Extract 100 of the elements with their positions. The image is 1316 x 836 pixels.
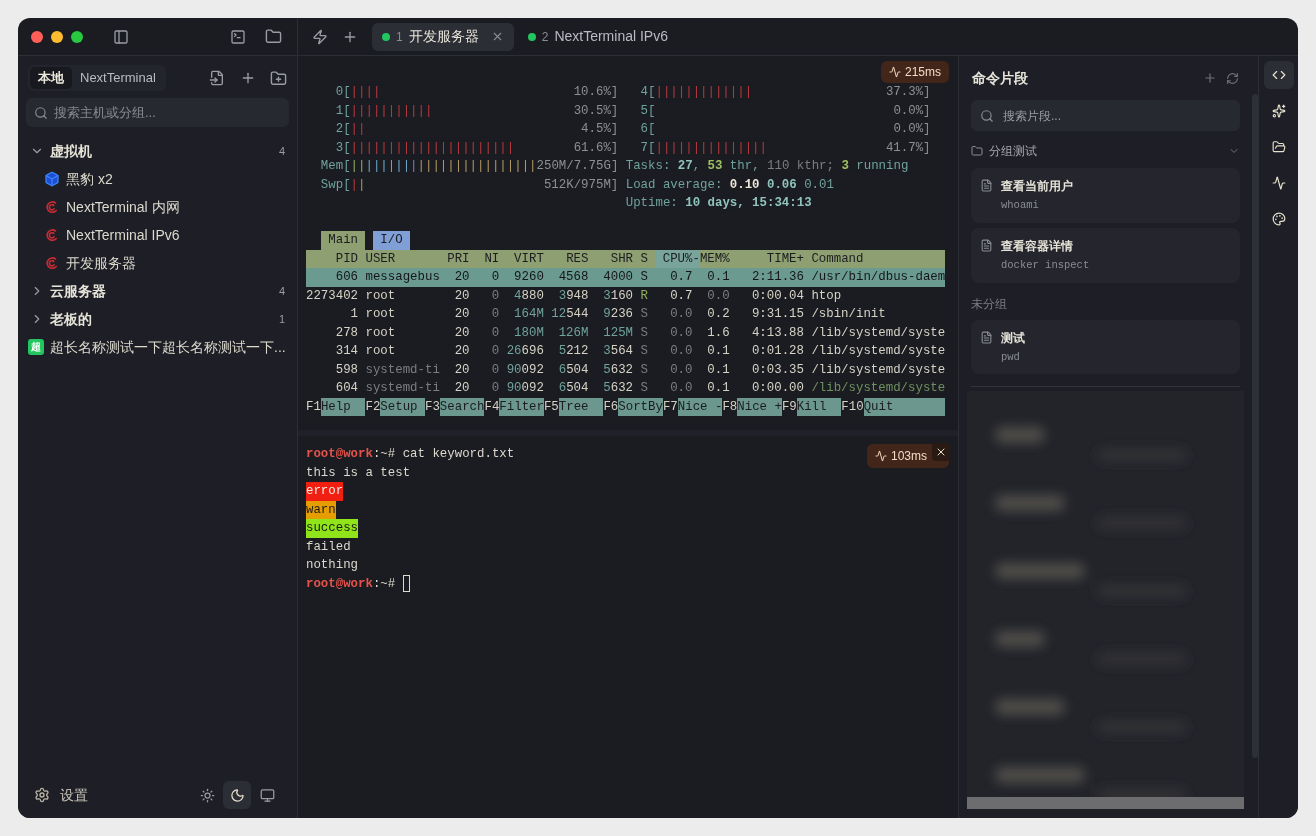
group-row[interactable]: 老板的 1 <box>18 305 297 333</box>
table-cell-text: 20 <box>453 306 470 323</box>
function-key-label[interactable]: Tree <box>558 397 604 416</box>
function-key[interactable]: F8 <box>722 397 738 416</box>
function-key-label[interactable]: SortBy <box>618 397 663 416</box>
system-info: Load average: 0.10 0.06 0.01 <box>625 176 834 194</box>
function-key-label[interactable]: Kill <box>796 397 842 416</box>
terminal-icon[interactable] <box>230 28 246 45</box>
snippet-card[interactable]: 测试 pwd <box>971 319 1240 375</box>
meter: 6[ 0.0%] <box>639 121 931 138</box>
import-icon[interactable] <box>209 70 225 86</box>
column-header[interactable]: USER <box>365 249 440 268</box>
host-row[interactable]: 超 超长名称测试一下超长名称测试一下... <box>18 333 297 361</box>
host-row[interactable]: NextTerminal IPv6 <box>18 221 297 249</box>
column-header[interactable]: SHR <box>595 249 634 268</box>
host-row[interactable]: NextTerminal 内网 <box>18 193 297 221</box>
process-row[interactable]: 278 root 20 0 180M 126M 125M S 0.0 1.6 4:13.88 /lib/systemd/syste <box>306 323 946 342</box>
process-row[interactable]: 606 messagebus 20 0 9260 4568 4000 S 0.7 0.1 2:11.36 /usr/bin/dbus-daem <box>306 268 946 287</box>
function-key[interactable]: F3 <box>424 397 440 416</box>
table-cell-text: root <box>365 324 397 342</box>
sidebar-toggle-icon[interactable] <box>113 28 129 45</box>
htop-tab[interactable]: I/O <box>372 231 411 250</box>
meter: 2[|| 4.5%] <box>334 121 619 138</box>
host-row[interactable]: 开发服务器 <box>18 249 297 277</box>
search-field[interactable]: 搜索片段... <box>971 100 1240 131</box>
table-cell-text: R <box>640 287 648 305</box>
table-cell-text: 0:00.00 <box>750 380 804 397</box>
process-row[interactable]: 1 root 20 0 164M 12544 9236 S 0.0 0.2 9:31.15 /sbin/init <box>306 305 946 324</box>
column-header[interactable]: MEM% <box>699 249 730 268</box>
folder-icon[interactable] <box>265 28 282 45</box>
window-control[interactable] <box>51 30 63 43</box>
table-cell-text: 0 <box>490 343 500 360</box>
function-key[interactable]: F10 <box>841 397 864 416</box>
lightning-icon[interactable] <box>312 28 328 45</box>
function-key-label[interactable]: Filter <box>499 397 544 416</box>
function-key-label[interactable]: Setup <box>380 397 425 416</box>
terminal-line: root@work:~# <box>306 574 411 593</box>
column-header[interactable]: NI <box>476 249 500 268</box>
process-row[interactable]: 314 root 20 0 26696 5212 3564 S 0.0 0.1 0:01.28 /lib/systemd/syste <box>306 342 946 361</box>
column-header[interactable]: VIRT <box>506 249 544 268</box>
column-header[interactable]: Command <box>811 249 946 268</box>
group-row[interactable]: 云服务器 4 <box>18 277 297 305</box>
folder-icon <box>971 145 983 157</box>
function-key-label[interactable]: Quit <box>863 397 946 416</box>
table-cell-text: 5632 <box>602 380 634 397</box>
host-badge: 超 <box>28 339 44 355</box>
table-cell-text: S <box>640 306 648 323</box>
window-control[interactable] <box>31 30 43 43</box>
table-cell-text: 0 <box>490 380 500 397</box>
session-tab[interactable]: 1 开发服务器 <box>372 22 514 51</box>
source-tab[interactable]: NextTerminal <box>72 67 164 89</box>
table-cell-text: 0 <box>490 306 500 323</box>
settings-icon[interactable] <box>34 787 50 803</box>
snippet-card[interactable]: 查看容器详情 docker inspect <box>971 227 1240 283</box>
meter: Mem[|||||||||||||||||||||||||250M/7.75G] <box>319 158 619 175</box>
dark-theme-button[interactable] <box>223 781 251 809</box>
table-cell-text: 5632 <box>602 361 634 379</box>
host-row[interactable]: 黑豹 x2 <box>18 165 297 193</box>
source-tab[interactable]: 本地 <box>30 67 72 89</box>
close-button[interactable] <box>932 443 950 461</box>
meter: 3[|||||||||||||||||||||| 61.6%] <box>334 139 619 157</box>
column-header[interactable]: PID <box>306 249 359 268</box>
function-key-label[interactable]: Nice + <box>737 397 782 416</box>
refresh-icon[interactable] <box>1226 71 1239 85</box>
table-cell-text: 0 <box>490 324 500 342</box>
function-key[interactable]: F2 <box>365 397 381 416</box>
code-button[interactable] <box>1263 61 1294 89</box>
function-key-label[interactable]: Nice - <box>677 397 723 416</box>
process-row[interactable]: 604 systemd-ti 20 0 90092 6504 5632 S 0.0 0.1 0:00.00 /lib/systemd/syste <box>306 379 946 398</box>
moon-icon <box>229 787 245 803</box>
htop-tab[interactable]: Main <box>320 231 366 250</box>
system-info: Tasks: 27, 53 thr, 110 kthr; 3 running <box>625 158 909 175</box>
new-folder-icon[interactable] <box>270 69 287 87</box>
process-row[interactable]: 2273402 root 20 0 4880 3948 3160 R 0.7 0.0 0:00.04 htop <box>306 286 946 305</box>
group-row[interactable]: 虚拟机 4 <box>18 137 297 165</box>
function-key[interactable]: F5 <box>543 397 559 416</box>
code-icon <box>1271 68 1286 82</box>
column-header[interactable]: TIME+ <box>737 249 804 268</box>
process-row[interactable]: 598 systemd-ti 20 0 90092 6504 5632 S 0.0 0.1 0:03.35 /lib/systemd/syste <box>306 360 946 379</box>
table-cell-text: 0.0 <box>669 324 693 342</box>
window-control[interactable] <box>71 30 83 43</box>
function-key[interactable]: F1 <box>306 397 321 416</box>
column-header[interactable]: S <box>640 249 648 268</box>
group-header[interactable]: 分组测试 <box>971 134 1240 168</box>
table-cell-text: 9236 <box>602 306 634 323</box>
snippet-card[interactable]: 查看当前用户 whoami <box>971 168 1240 223</box>
search-field[interactable]: 搜索主机或分组... <box>26 98 289 127</box>
session-tab[interactable]: 2 NextTerminal IPv6 <box>517 22 678 51</box>
column-header[interactable]: RES <box>551 249 589 268</box>
add-host-icon[interactable] <box>240 70 256 86</box>
function-key[interactable]: F4 <box>484 397 500 416</box>
table-cell-text: 126M <box>557 324 589 342</box>
settings-label[interactable]: 设置 <box>60 784 88 806</box>
column-header[interactable]: CPU%- <box>655 249 700 268</box>
table-cell-text: 4880 <box>513 287 544 305</box>
function-key[interactable]: F6 <box>603 397 619 416</box>
table-cell-text: 20 <box>453 380 470 397</box>
function-key-label[interactable]: Search <box>439 397 485 416</box>
table-cell-text: 0.0 <box>669 343 693 360</box>
column-header[interactable]: PRI <box>447 249 470 268</box>
